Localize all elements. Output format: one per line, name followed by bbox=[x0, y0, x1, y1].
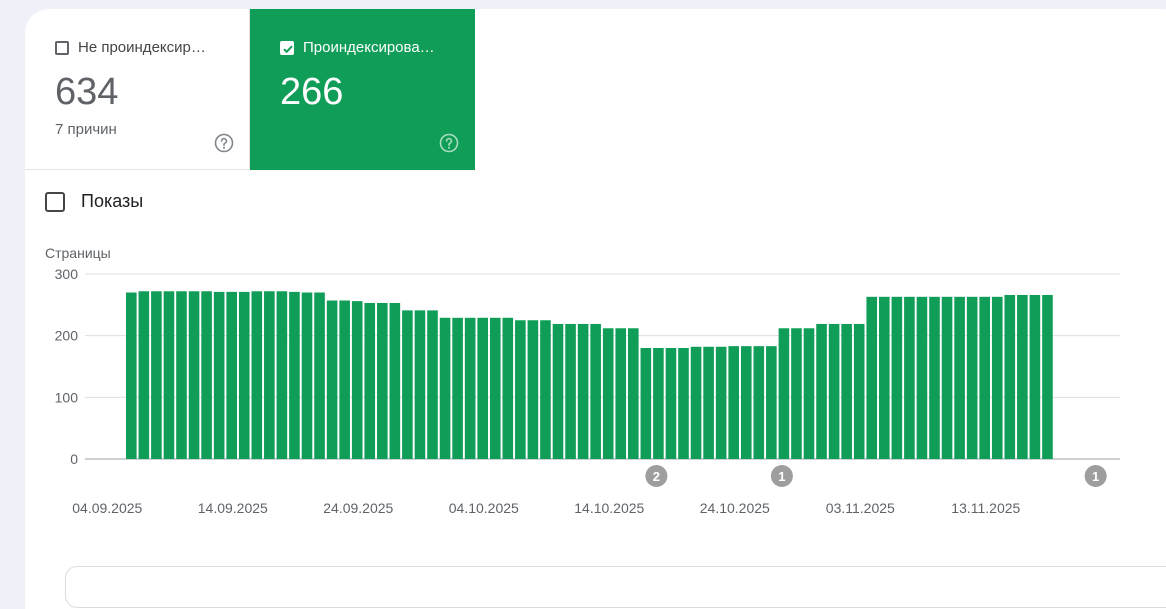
bar bbox=[377, 302, 388, 459]
bar bbox=[188, 291, 200, 459]
bar bbox=[1042, 294, 1053, 459]
bar bbox=[527, 320, 539, 459]
pages-bar-chart: Страницы 300 200 100 0 04.09.2025 14.09.2025 24… bbox=[45, 245, 1120, 516]
bar bbox=[326, 300, 338, 459]
bar bbox=[251, 291, 263, 459]
bar bbox=[301, 292, 313, 459]
bar bbox=[439, 317, 451, 459]
bar bbox=[402, 310, 413, 459]
bar bbox=[452, 317, 463, 459]
y-axis-label: Страницы bbox=[45, 245, 111, 261]
bar bbox=[803, 328, 815, 459]
bar bbox=[828, 323, 840, 459]
bar bbox=[151, 291, 162, 459]
bar bbox=[904, 296, 915, 459]
bar bbox=[678, 348, 689, 459]
bar bbox=[502, 317, 514, 459]
bar bbox=[853, 323, 865, 459]
x-tick-label: 13.11.2025 bbox=[951, 500, 1020, 516]
bar bbox=[276, 291, 288, 459]
bar bbox=[991, 296, 1003, 459]
report-card: Не проиндексир… 634 7 причин Проиндексир… bbox=[25, 9, 1166, 609]
bar bbox=[715, 346, 727, 459]
bar bbox=[954, 296, 965, 459]
x-tick-label: 24.09.2025 bbox=[323, 500, 393, 516]
bar bbox=[665, 348, 677, 459]
annotation-label: 2 bbox=[653, 469, 660, 484]
y-tick-label: 100 bbox=[55, 389, 79, 405]
bar bbox=[489, 317, 501, 459]
bar bbox=[690, 346, 702, 459]
y-tick-label: 0 bbox=[70, 451, 78, 467]
y-tick-label: 200 bbox=[55, 328, 79, 344]
bar bbox=[640, 348, 652, 459]
bar bbox=[791, 328, 802, 459]
bar bbox=[778, 328, 790, 459]
bar bbox=[552, 323, 564, 459]
bar bbox=[979, 296, 990, 459]
bar bbox=[264, 291, 275, 459]
bar bbox=[728, 346, 739, 459]
bar bbox=[653, 348, 664, 459]
bar bbox=[201, 291, 212, 459]
x-tick-label: 14.10.2025 bbox=[574, 500, 644, 516]
bar bbox=[1004, 294, 1016, 459]
bar bbox=[740, 346, 752, 459]
bar bbox=[364, 302, 376, 459]
bar bbox=[515, 320, 526, 459]
bar bbox=[414, 310, 426, 459]
bar bbox=[213, 291, 225, 459]
bar bbox=[866, 296, 878, 459]
bar bbox=[226, 291, 237, 459]
bar bbox=[126, 292, 137, 459]
bar bbox=[841, 323, 852, 459]
x-tick-label: 24.10.2025 bbox=[700, 500, 770, 516]
bar bbox=[916, 296, 928, 459]
bar bbox=[351, 301, 363, 459]
bar bbox=[477, 317, 488, 459]
y-tick-label: 300 bbox=[55, 266, 79, 282]
bar bbox=[540, 320, 551, 459]
x-tick-label: 14.09.2025 bbox=[198, 500, 268, 516]
bar bbox=[464, 317, 476, 459]
bar bbox=[565, 323, 576, 459]
bar bbox=[590, 323, 601, 459]
bar bbox=[966, 296, 978, 459]
bottom-panel bbox=[65, 566, 1166, 608]
x-tick-label: 03.11.2025 bbox=[826, 500, 895, 516]
bar bbox=[577, 323, 589, 459]
bar bbox=[816, 323, 827, 459]
bar bbox=[1029, 294, 1041, 459]
bar bbox=[289, 291, 300, 459]
bar bbox=[427, 310, 438, 459]
annotation-label: 1 bbox=[1092, 469, 1099, 484]
bar bbox=[389, 302, 401, 459]
bar bbox=[1017, 294, 1028, 459]
x-tick-label: 04.09.2025 bbox=[72, 500, 142, 516]
bar bbox=[628, 328, 639, 459]
bar bbox=[766, 346, 777, 459]
bar bbox=[929, 296, 940, 459]
bar bbox=[941, 296, 953, 459]
bar bbox=[176, 291, 187, 459]
x-tick-label: 04.10.2025 bbox=[449, 500, 519, 516]
bar bbox=[602, 328, 614, 459]
bar bbox=[891, 296, 903, 459]
bar bbox=[753, 346, 765, 459]
bar bbox=[703, 346, 714, 459]
bar bbox=[138, 291, 150, 459]
bar bbox=[879, 296, 890, 459]
bar bbox=[615, 328, 627, 459]
bar bbox=[238, 291, 250, 459]
bar bbox=[339, 300, 350, 459]
bar bbox=[314, 292, 325, 459]
annotation-label: 1 bbox=[778, 469, 785, 484]
bar bbox=[163, 291, 175, 459]
